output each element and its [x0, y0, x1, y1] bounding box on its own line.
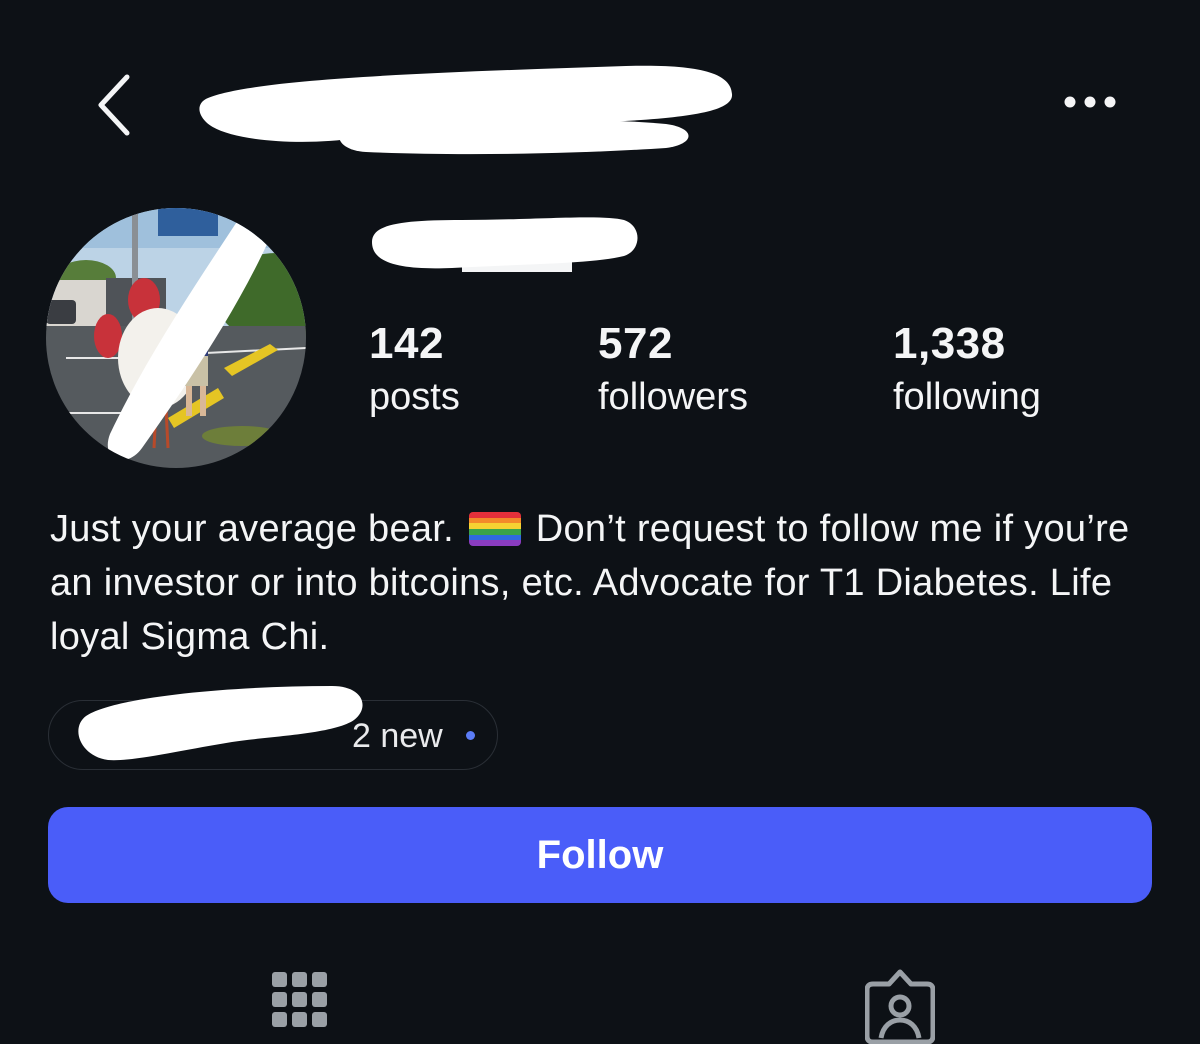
following-label: following [893, 376, 1041, 418]
more-options-button[interactable] [1050, 80, 1130, 124]
posts-label: posts [369, 376, 460, 418]
followers-label: followers [598, 376, 748, 418]
more-horizontal-icon [1064, 96, 1116, 108]
rainbow-flag-icon [468, 512, 521, 546]
tab-posts-grid[interactable] [240, 960, 360, 1044]
followers-count: 572 [598, 319, 673, 368]
following-count: 1,338 [893, 319, 1006, 368]
bio-text-part1: Just your average bear. [50, 508, 455, 550]
username-redaction [199, 65, 733, 155]
chip-redaction [78, 686, 363, 761]
grid-icon [272, 972, 327, 1027]
bio: Just your average bear. Don’t request to… [50, 502, 1160, 664]
avatar-photo [46, 208, 306, 468]
following-stat[interactable]: 1,338 following [893, 318, 1041, 422]
posts-count: 142 [369, 319, 444, 368]
chevron-left-icon [98, 74, 130, 136]
back-button[interactable] [80, 60, 150, 150]
follow-button[interactable]: Follow [48, 807, 1152, 903]
followers-stat[interactable]: 572 followers [598, 318, 748, 422]
posts-stat[interactable]: 142 posts [369, 318, 460, 422]
tagged-person-icon [865, 969, 935, 1044]
display-name-redaction [372, 217, 638, 272]
new-indicator-dot [466, 731, 475, 740]
tab-tagged[interactable] [840, 960, 960, 1044]
avatar[interactable] [46, 208, 306, 468]
